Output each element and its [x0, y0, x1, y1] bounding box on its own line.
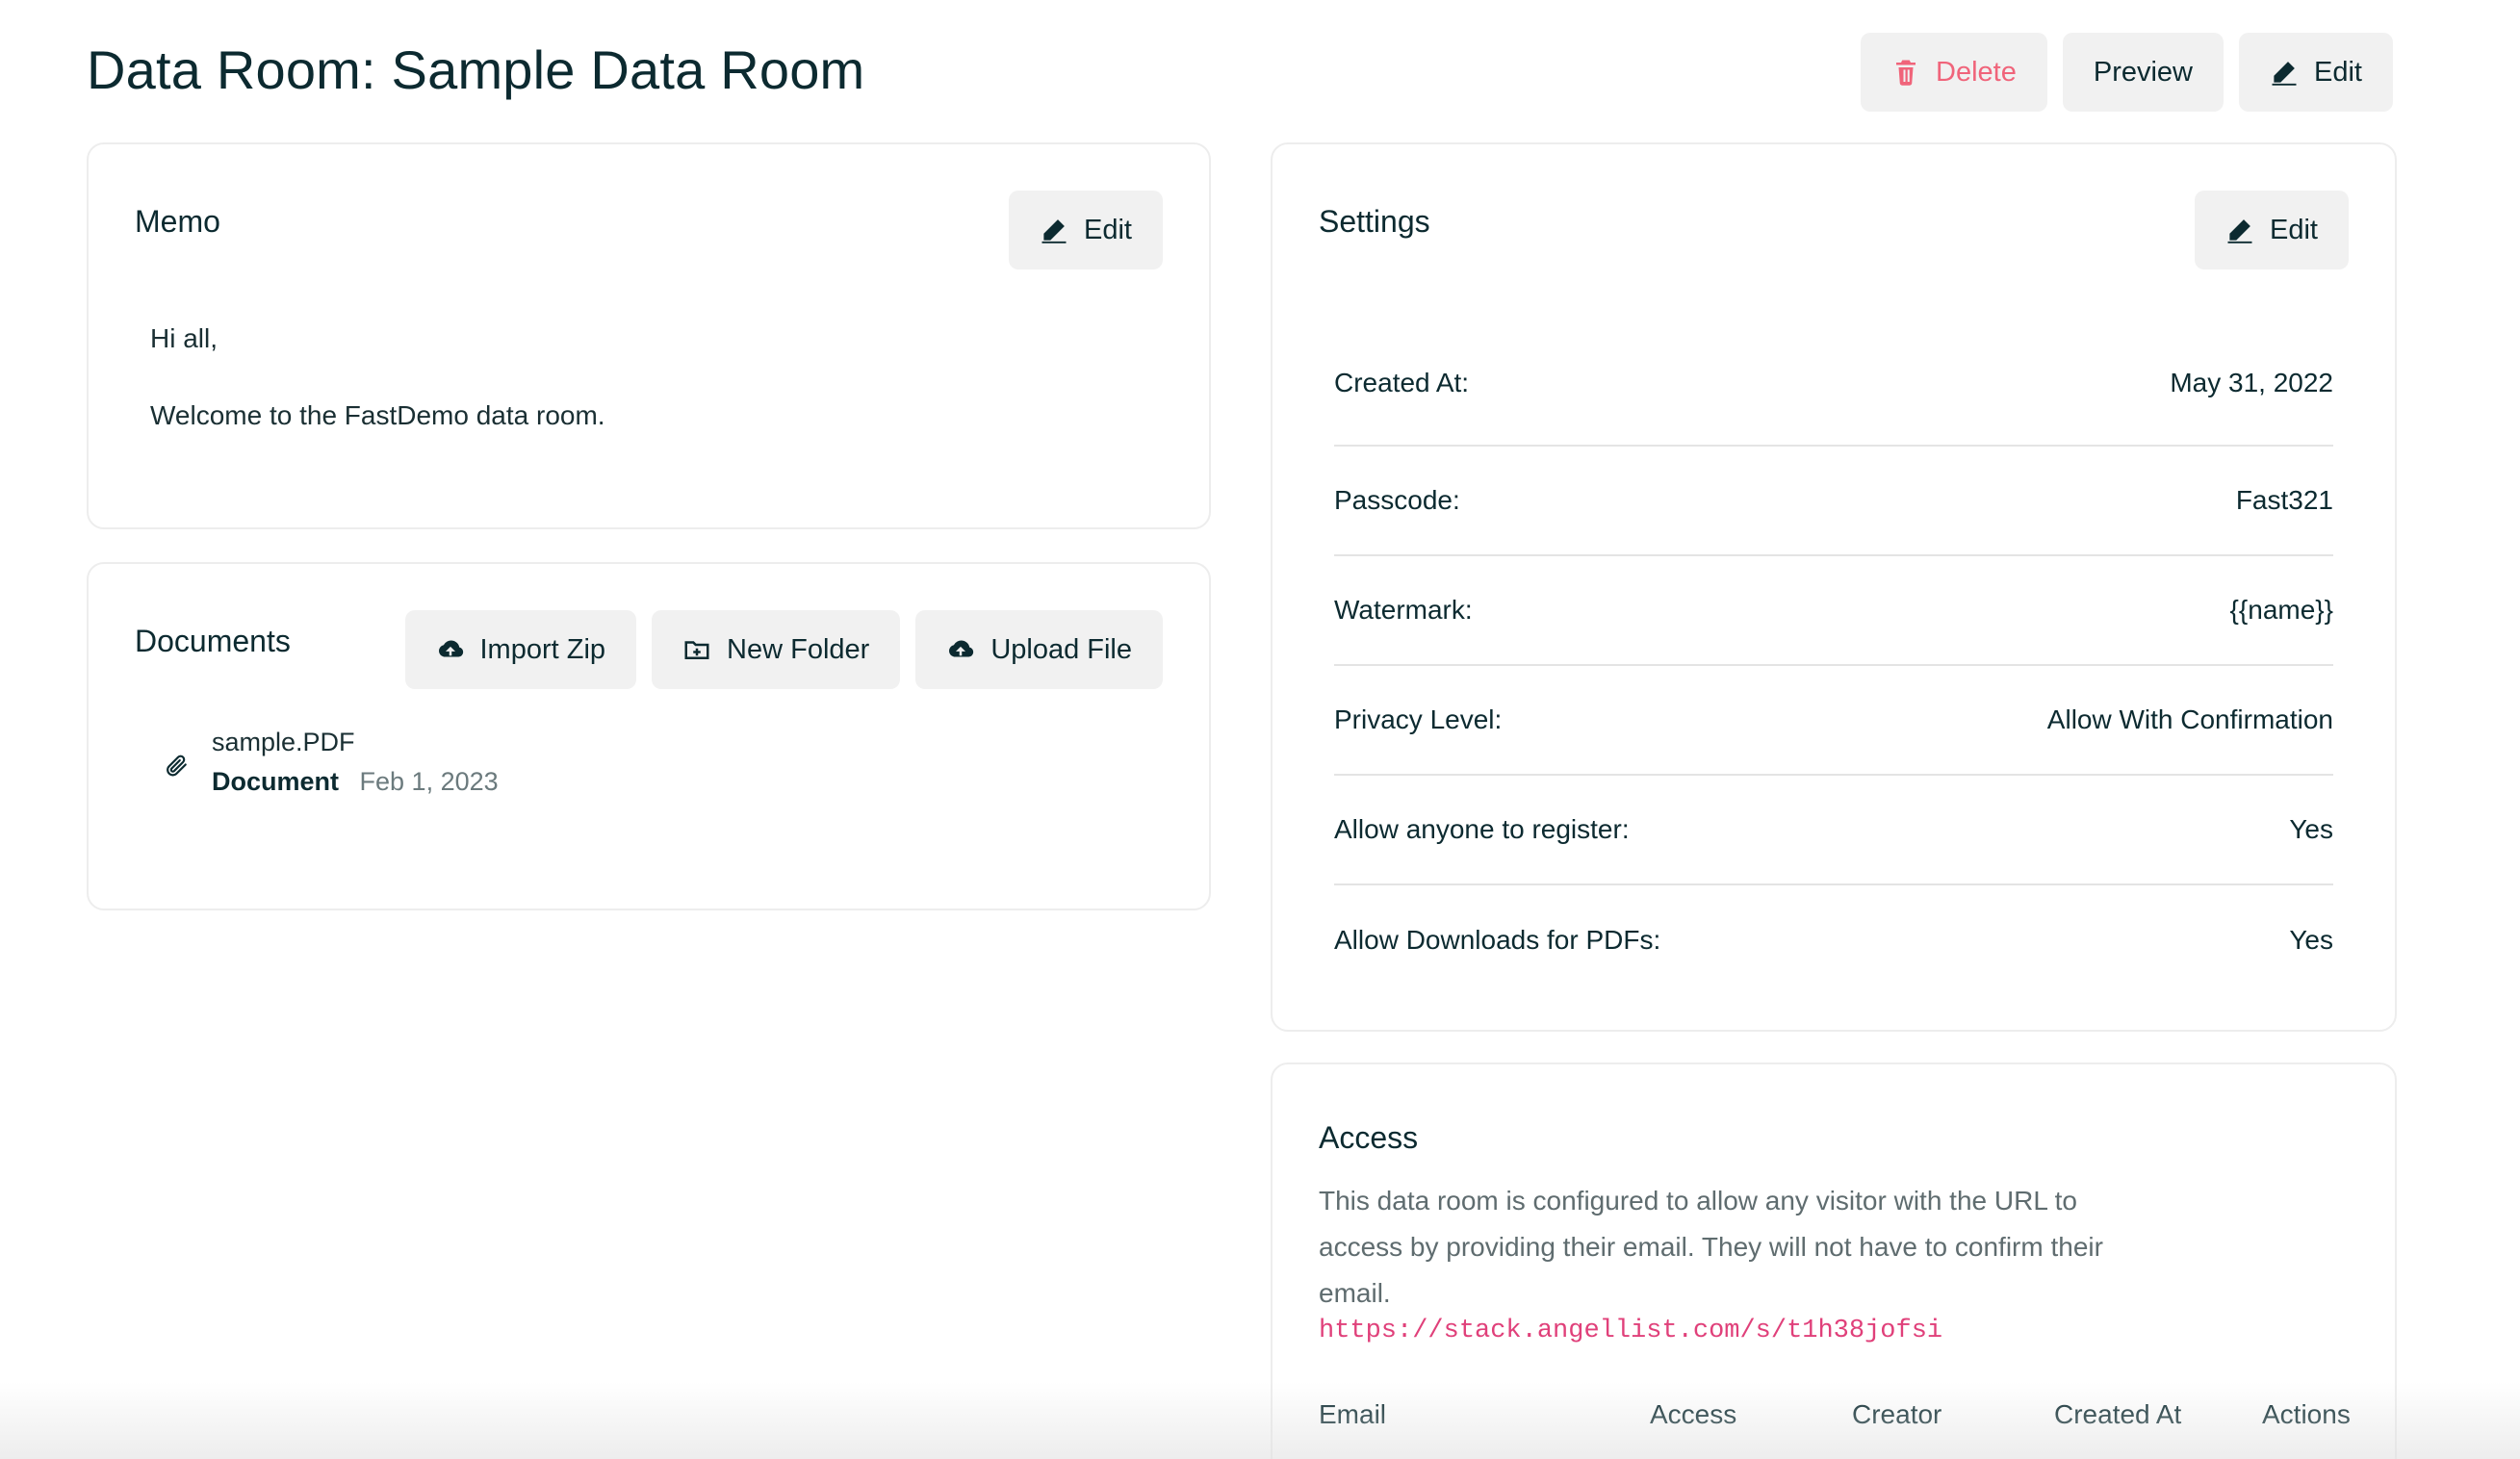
access-description: This data room is configured to allow an… — [1319, 1186, 2103, 1308]
access-card: Access This data room is configured to a… — [1271, 1062, 2397, 1459]
setting-label: Allow Downloads for PDFs: — [1334, 925, 1661, 955]
import-zip-label: Import Zip — [479, 633, 606, 665]
setting-label: Allow anyone to register: — [1334, 814, 1630, 844]
memo-title: Memo — [135, 204, 220, 239]
documents-actions: Import Zip New Folder Upload File — [404, 610, 1163, 689]
document-item[interactable]: sample.PDF Document Feb 1, 2023 — [164, 728, 499, 797]
pencil-icon — [2272, 62, 2297, 86]
document-meta: Document Feb 1, 2023 — [212, 767, 499, 797]
delete-button[interactable]: Delete — [1861, 33, 2047, 112]
memo-body: Hi all, Welcome to the FastDemo data roo… — [150, 320, 605, 474]
setting-value: Yes — [2289, 925, 2333, 955]
setting-value: Yes — [2289, 814, 2333, 844]
column-email[interactable]: Email — [1319, 1399, 1386, 1430]
pencil-icon — [1041, 219, 1067, 243]
header-actions: Delete Preview Edit — [1861, 33, 2393, 112]
cloud-upload-icon — [949, 640, 974, 657]
pencil-icon — [2227, 219, 2252, 243]
settings-list: Created At: May 31, 2022 Passcode: Fast3… — [1334, 368, 2333, 995]
setting-row: Watermark: {{name}} — [1334, 556, 2333, 666]
setting-value: Allow With Confirmation — [2046, 704, 2333, 734]
new-folder-label: New Folder — [727, 633, 870, 665]
memo-edit-label: Edit — [1084, 214, 1132, 245]
settings-title: Settings — [1319, 204, 1430, 239]
folder-plus-icon — [684, 641, 709, 659]
setting-label: Passcode: — [1334, 485, 1460, 515]
column-actions[interactable]: Actions — [2262, 1399, 2351, 1430]
column-created-at[interactable]: Created At — [2054, 1399, 2181, 1430]
column-access[interactable]: Access — [1650, 1399, 1736, 1430]
new-folder-button[interactable]: New Folder — [652, 610, 901, 689]
setting-row: Passcode: Fast321 — [1334, 447, 2333, 556]
document-name[interactable]: sample.PDF — [212, 728, 499, 757]
upload-file-button[interactable]: Upload File — [915, 610, 1163, 689]
trash-icon — [1896, 60, 1916, 86]
setting-label: Watermark: — [1334, 595, 1473, 625]
page-title: Data Room: Sample Data Room — [87, 39, 865, 100]
setting-value: May 31, 2022 — [2170, 368, 2333, 397]
edit-room-button[interactable]: Edit — [2239, 33, 2393, 112]
upload-file-label: Upload File — [990, 633, 1132, 665]
memo-line: Hi all, — [150, 323, 219, 353]
delete-label: Delete — [1936, 56, 2017, 88]
setting-label: Created At: — [1334, 368, 1470, 397]
import-zip-button[interactable]: Import Zip — [404, 610, 637, 689]
setting-value: {{name}} — [2229, 595, 2333, 625]
setting-label: Privacy Level: — [1334, 704, 1503, 734]
cloud-upload-icon — [438, 640, 463, 657]
edit-label: Edit — [2314, 56, 2362, 88]
preview-label: Preview — [2093, 56, 2194, 88]
memo-line: Welcome to the FastDemo data room. — [150, 400, 605, 430]
document-info: sample.PDF Document Feb 1, 2023 — [212, 728, 499, 797]
setting-row: Allow anyone to register: Yes — [1334, 776, 2333, 885]
paperclip-icon — [167, 755, 187, 777]
memo-card: Memo Edit Hi all, Welcome to the FastDem… — [87, 142, 1211, 529]
settings-card: Settings Edit Created At: May 31, 2022 P… — [1271, 142, 2397, 1032]
memo-edit-button[interactable]: Edit — [1009, 191, 1163, 269]
documents-title: Documents — [135, 624, 291, 658]
preview-button[interactable]: Preview — [2062, 33, 2224, 112]
setting-row: Allow Downloads for PDFs: Yes — [1334, 885, 2333, 995]
setting-row: Created At: May 31, 2022 — [1334, 368, 2333, 447]
setting-value: Fast321 — [2235, 485, 2333, 515]
setting-row: Privacy Level: Allow With Confirmation — [1334, 666, 2333, 776]
access-title: Access — [1319, 1120, 1419, 1155]
column-creator[interactable]: Creator — [1852, 1399, 1941, 1430]
data-room-page: Data Room: Sample Data Room Delete Previ… — [0, 0, 2520, 1459]
document-date: Feb 1, 2023 — [359, 767, 499, 796]
settings-edit-button[interactable]: Edit — [2195, 191, 2349, 269]
settings-edit-label: Edit — [2270, 214, 2318, 245]
document-type: Document — [212, 767, 340, 796]
documents-card: Documents Import Zip New Folder Upload F… — [87, 562, 1211, 910]
access-url-link[interactable]: https://stack.angellist.com/s/t1h38jofsi — [1319, 1317, 1942, 1345]
